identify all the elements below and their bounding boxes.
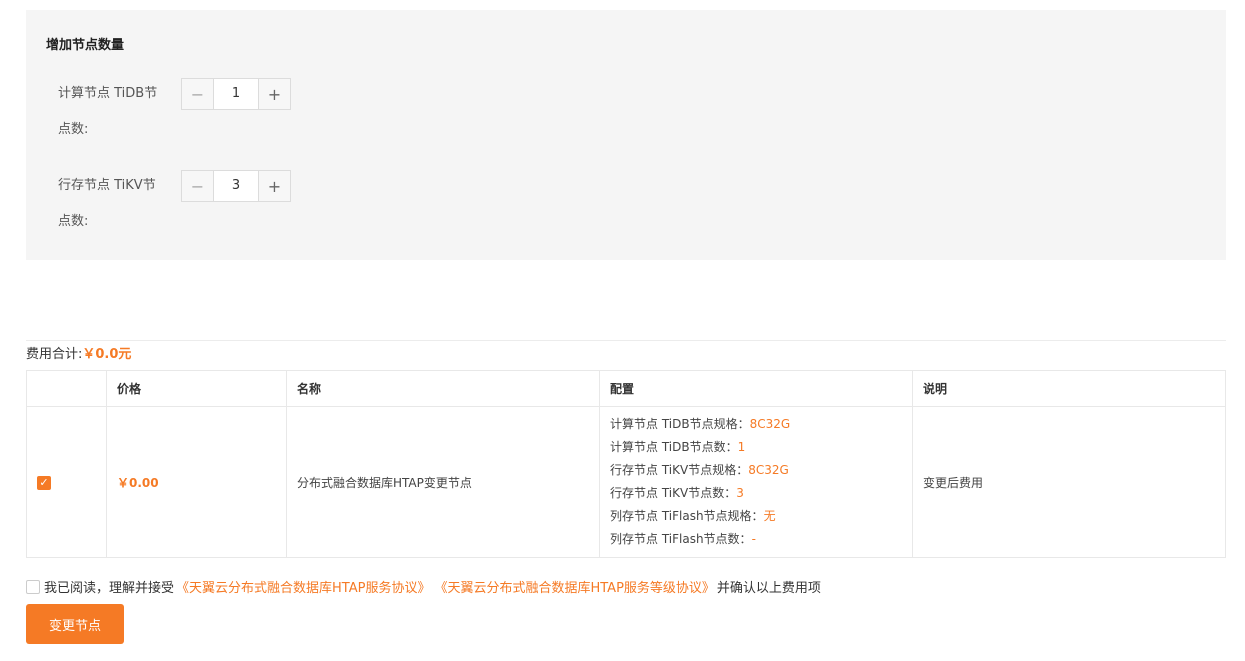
header-config: 配置 [599, 370, 913, 407]
service-agreement-link[interactable]: 《天翼云分布式融合数据库HTAP服务协议》 [176, 577, 430, 596]
tidb-increment-button[interactable]: + [258, 79, 290, 109]
tikv-count-input[interactable]: 3 [214, 171, 258, 201]
tidb-count-input[interactable]: 1 [214, 79, 258, 109]
node-count-panel: 增加节点数量 计算节点 TiDB节 点数: − 1 + 行存节点 TiKV节 点… [26, 10, 1226, 260]
tikv-label-line2: 点数: [58, 214, 89, 229]
config-line-tikv-spec: 行存节点 TiKV节点规格：8C32G [610, 463, 789, 477]
config-cell: 计算节点 TiDB节点规格：8C32G 计算节点 TiDB节点数：1 行存节点 … [599, 406, 913, 558]
config-line-tikv-count: 行存节点 TiKV节点数：3 [610, 486, 744, 500]
agreement-row: 我已阅读，理解并接受 《天翼云分布式融合数据库HTAP服务协议》 《天翼云分布式… [26, 577, 821, 596]
header-name: 名称 [286, 370, 600, 407]
tikv-decrement-button[interactable]: − [182, 171, 214, 201]
row-checkbox[interactable]: ✓ [37, 475, 51, 490]
tidb-decrement-button[interactable]: − [182, 79, 214, 109]
config-line-tiflash-count: 列存节点 TiFlash节点数：- [610, 532, 756, 546]
header-note: 说明 [912, 370, 1226, 407]
panel-title: 增加节点数量 [46, 38, 125, 53]
divider [26, 340, 1226, 341]
change-nodes-button[interactable]: 变更节点 [26, 604, 124, 644]
agreement-suffix: 并确认以上费用项 [716, 581, 821, 596]
agreement-checkbox[interactable] [26, 579, 40, 594]
tidb-label-line1: 计算节点 TiDB节 [58, 86, 158, 101]
tikv-count-label: 行存节点 TiKV节 点数: [58, 168, 170, 240]
name-cell: 分布式融合数据库HTAP变更节点 [286, 406, 600, 558]
table-header-row: 价格 名称 配置 说明 [26, 370, 1226, 407]
tidb-count-label: 计算节点 TiDB节 点数: [58, 76, 170, 148]
tikv-label-line1: 行存节点 TiKV节 [58, 178, 156, 193]
agreement-prefix: 我已阅读，理解并接受 [44, 581, 175, 596]
fee-total: 费用合计:￥0.0元 [26, 343, 131, 362]
header-select [26, 370, 107, 407]
fee-total-label: 费用合计: [26, 347, 83, 362]
row-price: ￥0.00 [117, 475, 159, 490]
fee-table: 价格 名称 配置 说明 ✓ ￥0.00 分布式融合数据库HTAP变更节点 计算节… [26, 370, 1226, 558]
note-cell: 变更后费用 [912, 406, 1226, 558]
tidb-label-line2: 点数: [58, 122, 89, 137]
config-line-tiflash-spec: 列存节点 TiFlash节点规格：无 [610, 509, 776, 523]
row-select-cell: ✓ [26, 406, 107, 558]
config-line-tidb-count: 计算节点 TiDB节点数：1 [610, 440, 746, 454]
price-cell: ￥0.00 [106, 406, 287, 558]
tikv-count-stepper[interactable]: − 3 + [181, 170, 291, 202]
tikv-increment-button[interactable]: + [258, 171, 290, 201]
tidb-count-stepper[interactable]: − 1 + [181, 78, 291, 110]
sla-agreement-link[interactable]: 《天翼云分布式融合数据库HTAP服务等级协议》 [434, 577, 714, 596]
table-row: ✓ ￥0.00 分布式融合数据库HTAP变更节点 计算节点 TiDB节点规格：8… [26, 406, 1226, 558]
config-line-tidb-spec: 计算节点 TiDB节点规格：8C32G [610, 417, 791, 431]
fee-total-amount: ￥0.0元 [82, 347, 132, 362]
header-price: 价格 [106, 370, 287, 407]
